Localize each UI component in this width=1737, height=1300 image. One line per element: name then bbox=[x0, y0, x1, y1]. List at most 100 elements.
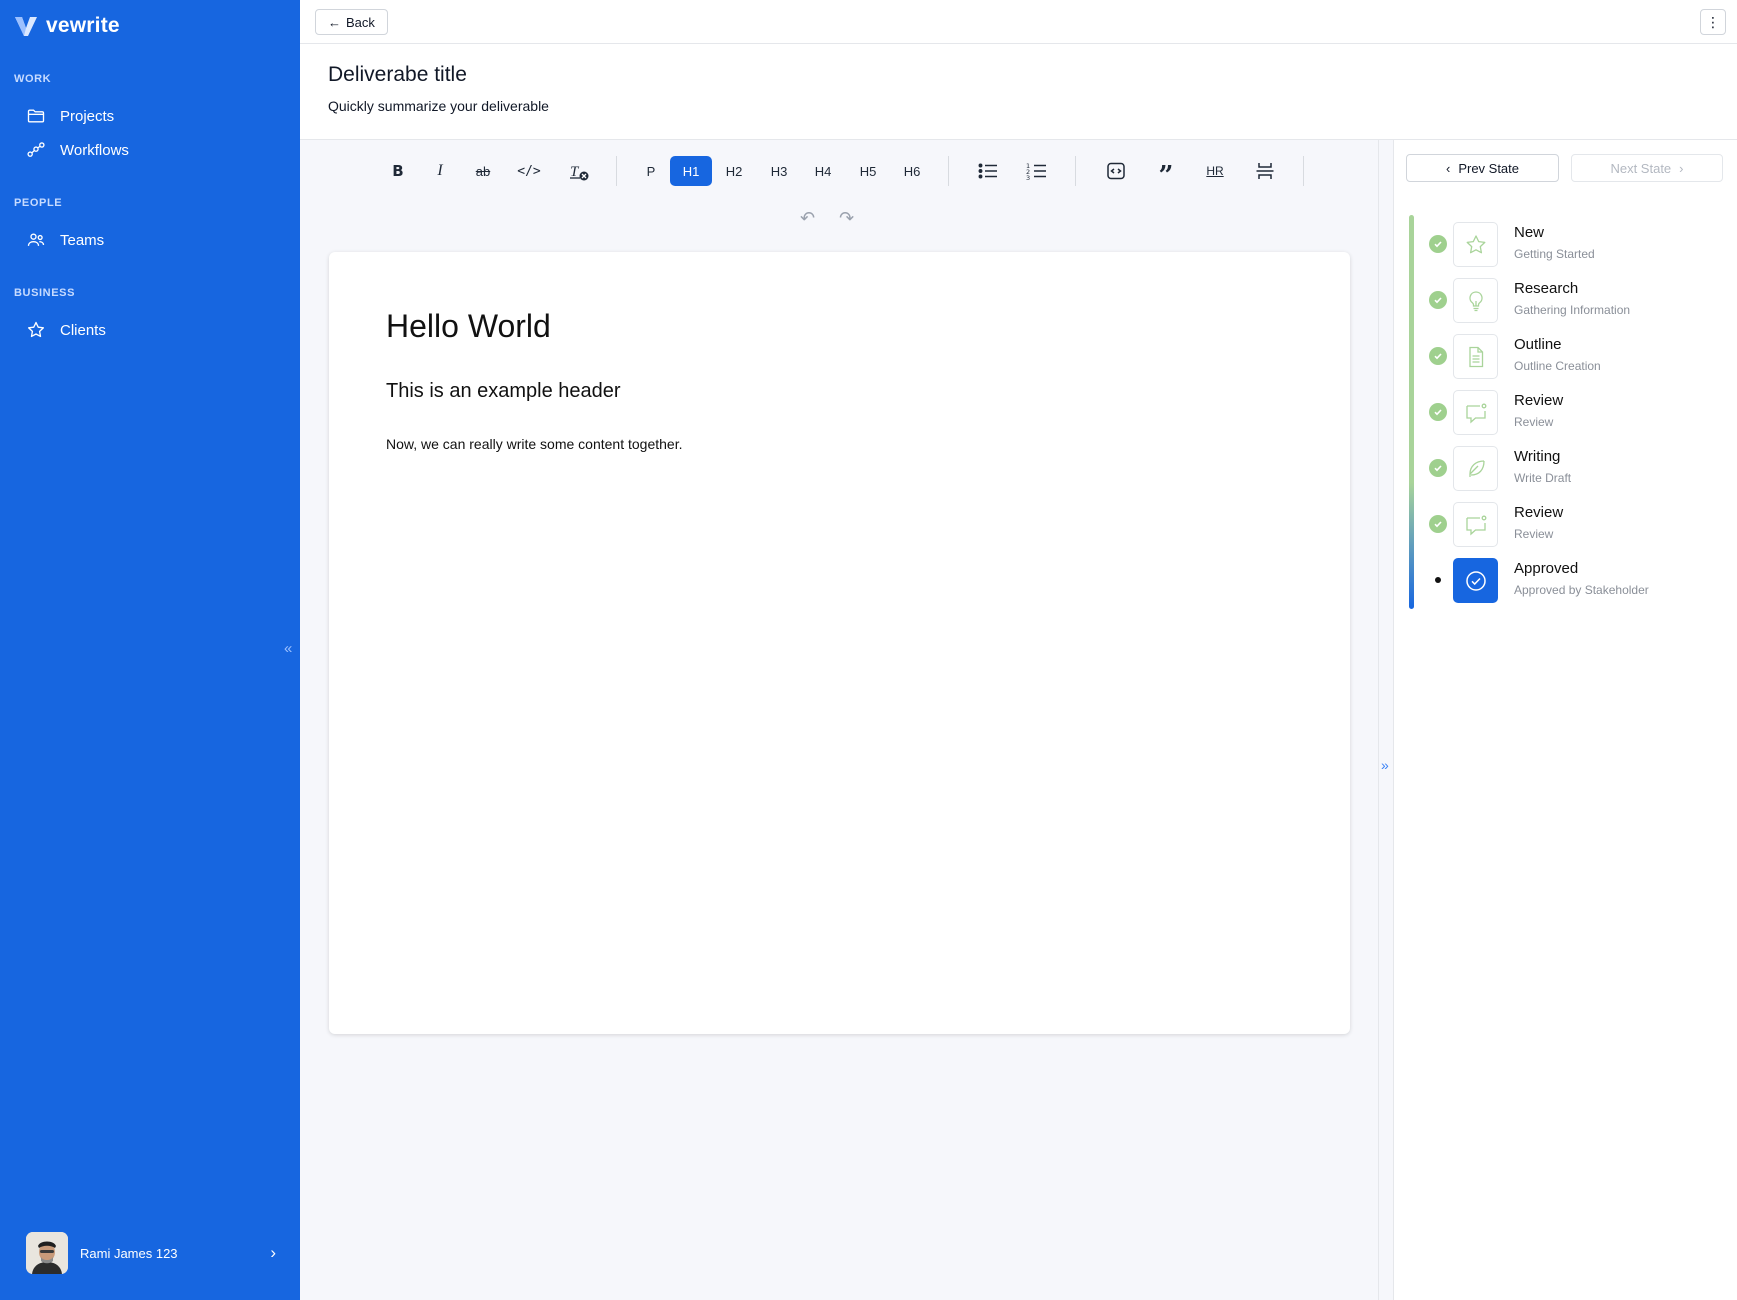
blockquote-button[interactable]: ” bbox=[1151, 156, 1181, 189]
document-icon bbox=[1468, 346, 1483, 367]
horizontal-rule-button[interactable]: HR bbox=[1200, 156, 1230, 186]
heading-2-button[interactable]: H2 bbox=[715, 156, 753, 186]
content-heading-2[interactable]: This is an example header bbox=[386, 380, 621, 403]
heading-5-button[interactable]: H5 bbox=[849, 156, 887, 186]
chevron-right-icon: › bbox=[1679, 160, 1684, 176]
undo-icon[interactable]: ↶ bbox=[800, 208, 815, 232]
toolbar-divider bbox=[1075, 156, 1076, 186]
editor-canvas[interactable]: Hello World This is an example header No… bbox=[329, 252, 1350, 1034]
heading-6-button[interactable]: H6 bbox=[893, 156, 931, 186]
workflow-step[interactable]: Writing Write Draft bbox=[1429, 446, 1729, 492]
step-title: Review bbox=[1514, 504, 1564, 521]
bold-icon: B bbox=[392, 162, 404, 180]
italic-icon: I bbox=[437, 162, 443, 179]
comment-icon bbox=[1465, 403, 1486, 423]
step-title: Outline bbox=[1514, 336, 1562, 353]
step-icon-box bbox=[1453, 446, 1498, 491]
step-subtitle: Getting Started bbox=[1514, 247, 1595, 261]
workflow-step[interactable]: Research Gathering Information bbox=[1429, 278, 1729, 324]
page-break-button[interactable] bbox=[1250, 156, 1280, 186]
next-state-button[interactable]: Next State › bbox=[1571, 154, 1723, 182]
step-icon-box bbox=[1453, 502, 1498, 547]
page-break-icon bbox=[1256, 163, 1274, 179]
deliverable-summary[interactable]: Quickly summarize your deliverable bbox=[328, 98, 549, 114]
check-circle-icon bbox=[1465, 570, 1486, 591]
sidebar-item-clients[interactable]: Clients bbox=[26, 315, 106, 345]
strikethrough-icon: ab bbox=[475, 163, 491, 179]
prev-state-label: Prev State bbox=[1458, 160, 1520, 176]
workflow-step[interactable]: Review Review bbox=[1429, 502, 1729, 548]
step-title: Review bbox=[1514, 392, 1564, 409]
heading-1-button[interactable]: H1 bbox=[670, 156, 712, 186]
sidebar-item-label: Clients bbox=[60, 321, 106, 339]
bullet-list-button[interactable] bbox=[973, 156, 1003, 186]
user-menu[interactable]: Rami James 123 › bbox=[26, 1232, 276, 1274]
editor-area: B I ab </> T P H1 H2 H3 H4 H5 H6 123 ” H… bbox=[300, 140, 1378, 1300]
step-title: Research bbox=[1514, 280, 1579, 297]
code-block-button[interactable] bbox=[1101, 156, 1131, 186]
sidebar-item-label: Teams bbox=[60, 231, 105, 249]
toolbar-divider bbox=[616, 156, 617, 186]
section-label-people: PEOPLE bbox=[14, 197, 63, 209]
folder-icon bbox=[27, 109, 45, 123]
step-icon-box bbox=[1453, 334, 1498, 379]
workflow-step-current[interactable]: Approved Approved by Stakeholder bbox=[1429, 558, 1729, 604]
bold-button[interactable]: B bbox=[383, 156, 413, 186]
step-title: Writing bbox=[1514, 448, 1561, 465]
strikethrough-button[interactable]: ab bbox=[468, 156, 498, 186]
content-heading-1[interactable]: Hello World bbox=[386, 308, 551, 345]
sidebar: vewrite WORK Projects Workflows PEOPLE T… bbox=[0, 0, 300, 1300]
step-complete-icon bbox=[1429, 515, 1447, 533]
workflow-step[interactable]: Review Review bbox=[1429, 390, 1729, 436]
italic-button[interactable]: I bbox=[425, 156, 455, 186]
code-button[interactable]: </> bbox=[514, 156, 544, 186]
ordered-list-button[interactable]: 123 bbox=[1022, 156, 1052, 186]
back-button[interactable]: ← Back bbox=[315, 9, 388, 35]
sidebar-item-teams[interactable]: Teams bbox=[26, 225, 104, 255]
current-step-dot bbox=[1435, 577, 1441, 583]
step-complete-icon bbox=[1429, 459, 1447, 477]
sidebar-item-workflows[interactable]: Workflows bbox=[26, 135, 129, 165]
workflow-step[interactable]: New Getting Started bbox=[1429, 222, 1729, 268]
more-options-button[interactable]: ⋮ bbox=[1700, 9, 1726, 35]
chevron-left-icon: ‹ bbox=[1445, 160, 1451, 176]
heading-3-button[interactable]: H3 bbox=[760, 156, 798, 186]
content-paragraph[interactable]: Now, we can really write some content to… bbox=[386, 436, 682, 452]
workflow-icon bbox=[27, 142, 45, 157]
step-subtitle: Write Draft bbox=[1514, 471, 1572, 485]
sidebar-item-label: Workflows bbox=[60, 141, 129, 159]
deliverable-title[interactable]: Deliverabe title bbox=[328, 63, 467, 87]
step-subtitle: Review bbox=[1514, 527, 1554, 541]
step-complete-icon bbox=[1429, 235, 1447, 253]
prev-state-button[interactable]: ‹ Prev State bbox=[1406, 154, 1559, 182]
top-bar: ← Back ⋮ bbox=[300, 0, 1737, 44]
redo-icon[interactable]: ↷ bbox=[839, 208, 854, 232]
step-icon-box bbox=[1453, 390, 1498, 435]
step-complete-icon bbox=[1429, 347, 1447, 365]
bullet-list-icon bbox=[978, 163, 997, 179]
section-label-work: WORK bbox=[14, 73, 52, 85]
step-subtitle: Review bbox=[1514, 415, 1554, 429]
step-icon-box bbox=[1453, 278, 1498, 323]
clear-format-button[interactable]: T bbox=[564, 156, 594, 186]
paragraph-button[interactable]: P bbox=[635, 156, 667, 186]
chevron-right-icon: › bbox=[270, 1243, 276, 1262]
ordered-list-icon: 123 bbox=[1026, 162, 1046, 182]
lightbulb-icon bbox=[1468, 290, 1483, 311]
user-name: Rami James 123 bbox=[80, 1245, 178, 1261]
heading-4-button[interactable]: H4 bbox=[804, 156, 842, 186]
step-subtitle: Approved by Stakeholder bbox=[1514, 583, 1649, 597]
workflow-step[interactable]: Outline Outline Creation bbox=[1429, 334, 1729, 380]
code-icon: </> bbox=[517, 163, 541, 179]
hr-label: HR bbox=[1206, 164, 1224, 178]
code-block-icon bbox=[1107, 162, 1125, 180]
sidebar-item-projects[interactable]: Projects bbox=[26, 101, 114, 131]
clear-format-icon: T bbox=[570, 164, 589, 181]
expand-panel-icon[interactable]: » bbox=[1381, 757, 1389, 773]
logo[interactable]: vewrite bbox=[14, 14, 120, 38]
collapse-sidebar-icon[interactable]: « bbox=[284, 640, 292, 657]
kebab-icon: ⋮ bbox=[1706, 13, 1720, 30]
next-state-label: Next State bbox=[1610, 160, 1672, 176]
step-icon-box bbox=[1453, 558, 1498, 603]
step-subtitle: Outline Creation bbox=[1514, 359, 1601, 373]
